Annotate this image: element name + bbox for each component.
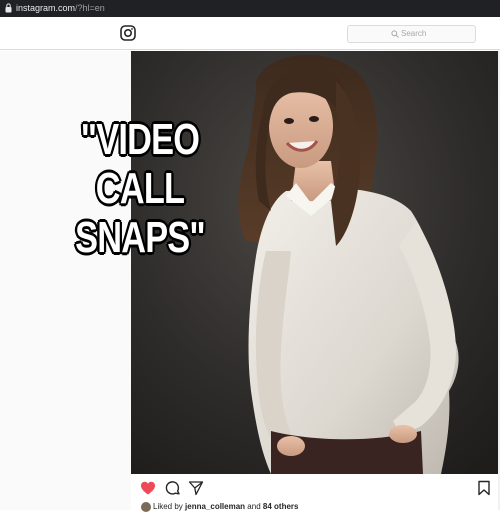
share-icon[interactable] (188, 480, 204, 496)
search-icon (391, 30, 399, 38)
browser-address-bar[interactable]: instagram.com/?hl=en (0, 0, 500, 17)
heart-icon[interactable] (140, 480, 156, 496)
lock-icon (5, 3, 12, 13)
overlay-line-1: "VIDEO (80, 114, 201, 165)
overlay-caption: "VIDEO CALL SNAPS" (62, 114, 218, 263)
search-input[interactable]: Search (347, 25, 476, 43)
url-path: /?hl=en (75, 3, 105, 13)
liked-by-line: Liked by jenna_colleman and 84 others (141, 502, 298, 512)
search-placeholder: Search (401, 29, 427, 38)
url-host: instagram.com (16, 3, 76, 13)
url-text[interactable]: instagram.com/?hl=en (16, 2, 105, 14)
post-action-bar: Liked by jenna_colleman and 84 others (131, 474, 498, 512)
bookmark-icon[interactable] (476, 480, 492, 496)
overlay-line-2: CALL (95, 163, 186, 214)
comment-icon[interactable] (165, 480, 181, 496)
instagram-camera-icon[interactable] (120, 25, 136, 41)
overlay-line-3: SNAPS" (74, 212, 206, 263)
liker-avatar[interactable] (141, 502, 151, 512)
instagram-header: Search (0, 17, 500, 50)
